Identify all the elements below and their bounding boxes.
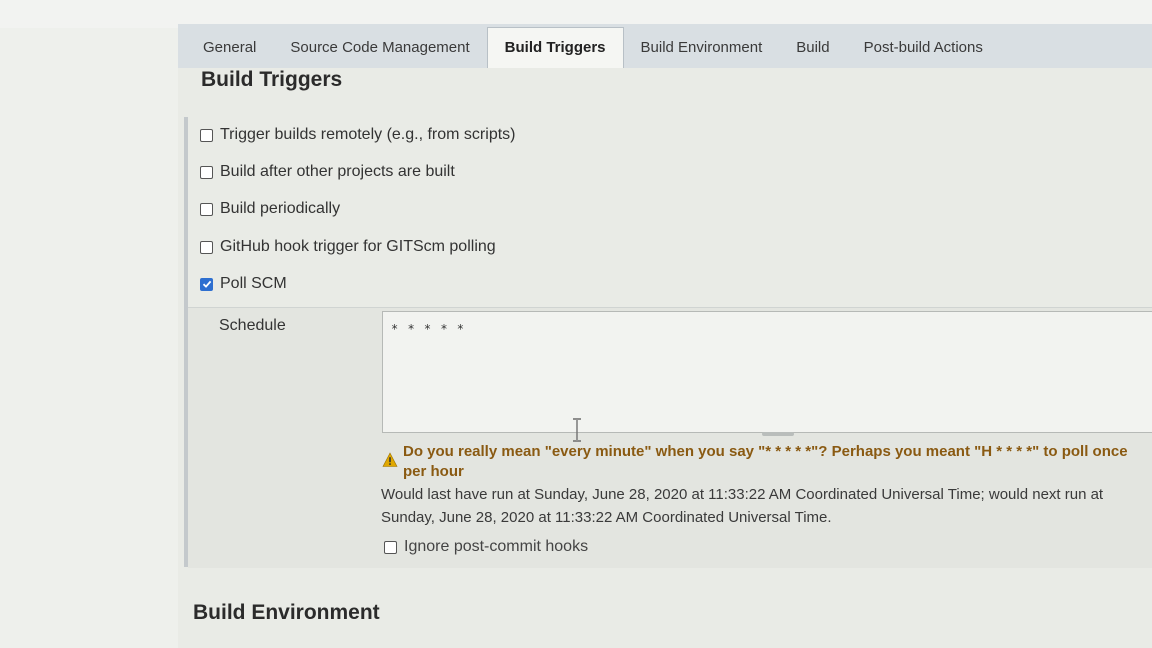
github-hook-option[interactable]: GitHub hook trigger for GITScm polling xyxy=(200,238,496,256)
config-tab-bar: General Source Code Management Build Tri… xyxy=(178,24,1152,69)
build-environment-heading: Build Environment xyxy=(193,601,380,624)
poll-scm-option[interactable]: Poll SCM xyxy=(200,275,287,293)
github-hook-label[interactable]: GitHub hook trigger for GITScm polling xyxy=(220,238,496,256)
build-periodically-checkbox[interactable] xyxy=(200,202,213,216)
build-after-option[interactable]: Build after other projects are built xyxy=(200,163,455,181)
build-periodically-option[interactable]: Build periodically xyxy=(200,200,340,218)
ignore-post-commit-hooks-option[interactable]: Ignore post-commit hooks xyxy=(384,538,588,556)
github-hook-checkbox[interactable] xyxy=(200,240,213,254)
build-triggers-heading: Build Triggers xyxy=(201,68,343,91)
build-after-label[interactable]: Build after other projects are built xyxy=(220,163,455,181)
schedule-label: Schedule xyxy=(219,317,286,334)
poll-scm-checkbox[interactable] xyxy=(200,277,213,291)
schedule-warning-line2: per hour xyxy=(403,463,464,480)
trigger-remote-checkbox[interactable] xyxy=(200,128,213,142)
build-periodically-label[interactable]: Build periodically xyxy=(220,200,340,218)
ignore-post-commit-hooks-checkbox[interactable] xyxy=(384,540,397,554)
poll-scm-label[interactable]: Poll SCM xyxy=(220,275,287,293)
text-cursor-icon xyxy=(573,418,581,442)
trigger-remote-option[interactable]: Trigger builds remotely (e.g., from scri… xyxy=(200,126,515,144)
schedule-info-line1: Would last have run at Sunday, June 28, … xyxy=(381,486,1104,503)
warning-icon xyxy=(382,452,398,467)
ignore-post-commit-hooks-label[interactable]: Ignore post-commit hooks xyxy=(404,538,588,556)
tab-general[interactable]: General xyxy=(186,28,273,68)
trigger-remote-label[interactable]: Trigger builds remotely (e.g., from scri… xyxy=(220,126,515,144)
tab-build-environment[interactable]: Build Environment xyxy=(624,28,780,68)
tab-source-code-management[interactable]: Source Code Management xyxy=(273,28,486,68)
tab-build-triggers[interactable]: Build Triggers xyxy=(486,27,624,69)
tab-build[interactable]: Build xyxy=(779,28,846,68)
schedule-info-line2: Sunday, June 28, 2020 at 11:33:22 AM Coo… xyxy=(381,509,832,526)
schedule-textarea[interactable]: * * * * * xyxy=(382,311,1152,433)
textarea-resize-handle[interactable] xyxy=(762,432,794,436)
schedule-warning: Do you really mean "every minute" when y… xyxy=(403,442,1152,482)
build-after-checkbox[interactable] xyxy=(200,165,213,179)
schedule-info: Would last have run at Sunday, June 28, … xyxy=(381,483,1141,529)
schedule-warning-line1: Do you really mean "every minute" when y… xyxy=(403,443,1128,460)
left-sidebar xyxy=(0,28,178,648)
tab-post-build-actions[interactable]: Post-build Actions xyxy=(847,28,1000,68)
checkmark-icon xyxy=(202,280,211,288)
